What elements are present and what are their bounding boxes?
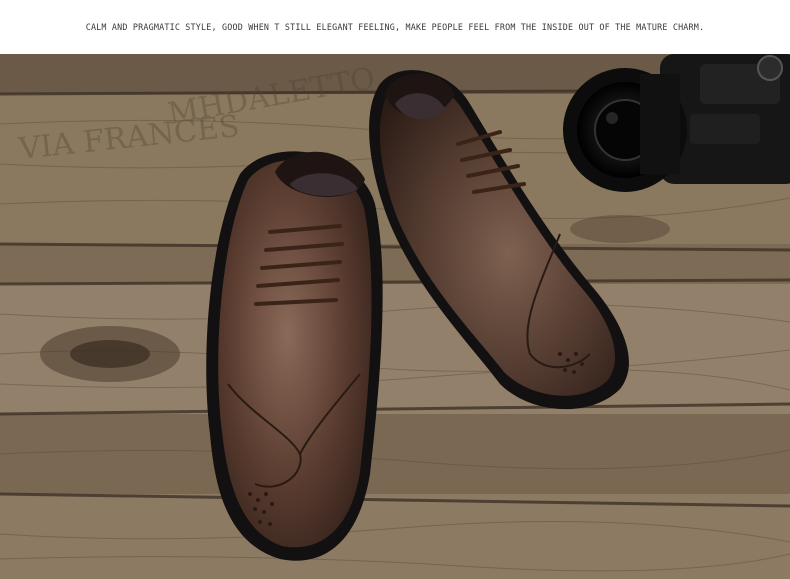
product-photo: VIA FRANCES MHDALETTO [0, 54, 790, 579]
caption-text: CALM AND PRAGMATIC STYLE, GOOD WHEN T ST… [85, 22, 705, 32]
camera [563, 54, 790, 192]
left-shoe [206, 151, 383, 561]
product-image-page: CALM AND PRAGMATIC STYLE, GOOD WHEN T ST… [0, 0, 790, 579]
